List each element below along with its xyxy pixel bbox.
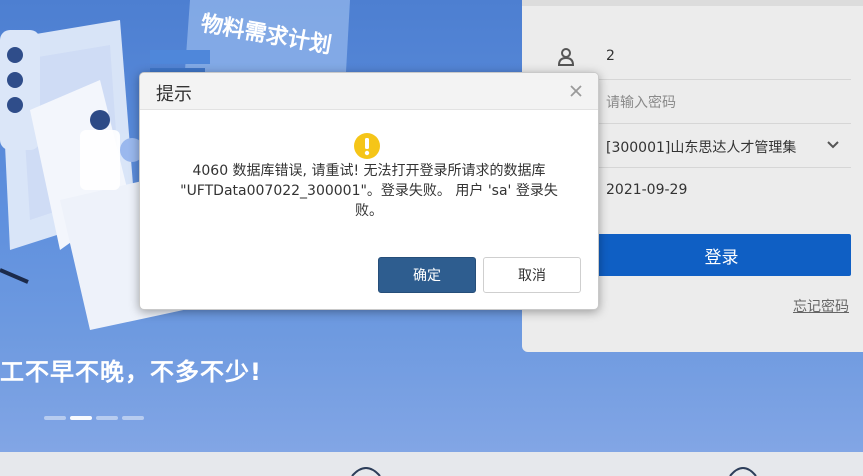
circle-icon [729,467,757,476]
flower-icon [351,467,381,476]
username-input[interactable]: 2 [606,48,615,64]
dialog-header: 提示 [140,73,598,110]
dialog-message: 4060 数据库错误, 请重试! 无法打开登录所请求的数据库 "UFTData0… [180,163,558,219]
login-panel-top [522,0,863,6]
password-input[interactable]: 请输入密码 [606,92,676,112]
carousel-dot[interactable] [44,416,66,420]
date-input[interactable]: 2021-09-29 [606,182,687,198]
carousel-dots [44,416,144,420]
warning-icon [354,133,380,159]
account-set-select[interactable]: [300001]山东思达人才管理集 [606,137,796,157]
carousel-dot[interactable] [122,416,144,420]
carousel-dot[interactable] [96,416,118,420]
dialog-title: 提示 [156,84,192,105]
carousel-dot-active[interactable] [70,416,92,420]
close-icon[interactable] [568,83,584,99]
login-button[interactable]: 登录 [592,234,851,276]
ok-button[interactable]: 确定 [378,257,476,293]
chevron-down-icon[interactable] [825,137,841,153]
error-dialog: 提示 4060 数据库错误, 请重试! 无法打开登录所请求的数据库 "UFTDa… [139,72,599,310]
forgot-password-link[interactable]: 忘记密码 [793,296,849,316]
user-icon [557,48,575,66]
cancel-button[interactable]: 取消 [483,257,581,293]
slogan: 工不早不晚，不多不少! [0,358,262,386]
